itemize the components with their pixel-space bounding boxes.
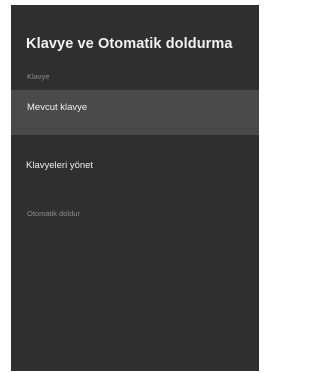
settings-panel: Klavye ve Otomatik doldurma Klavye Mevcu… bbox=[11, 5, 259, 371]
section-header-klavye: Klavye bbox=[27, 72, 50, 81]
menu-item-label: Mevcut klavye bbox=[27, 102, 88, 113]
section-header-autofill: Otomatik doldur bbox=[27, 209, 80, 218]
menu-item-current-keyboard[interactable]: Mevcut klavye bbox=[11, 90, 259, 135]
menu-item-label: Klavyeleri yönet bbox=[26, 160, 94, 171]
screen-frame: Klavye ve Otomatik doldurma Klavye Mevcu… bbox=[0, 0, 268, 373]
page-title: Klavye ve Otomatik doldurma bbox=[26, 36, 233, 52]
menu-item-manage-keyboards[interactable]: Klavyeleri yönet bbox=[11, 150, 259, 180]
